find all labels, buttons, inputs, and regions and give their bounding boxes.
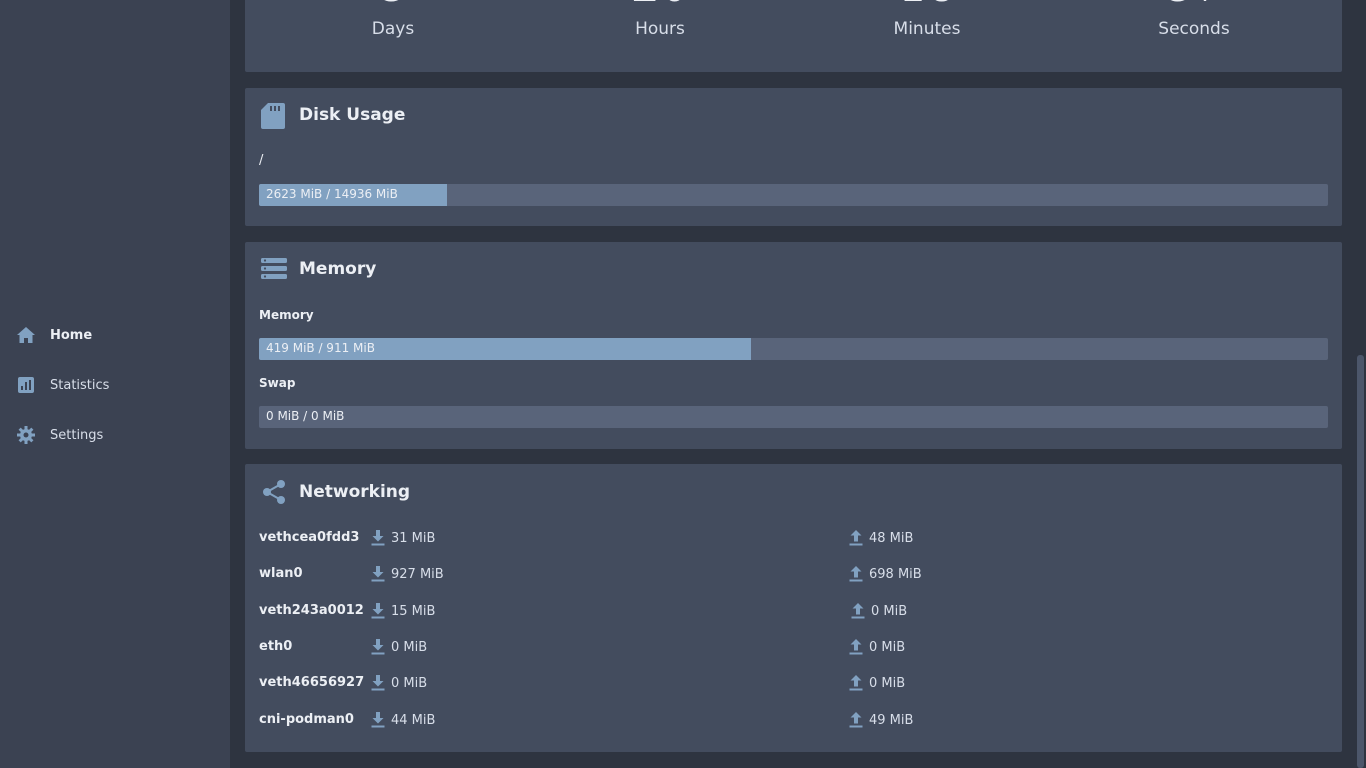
uptime-hours-label: Hours — [635, 19, 685, 39]
tx-value: 0 MiB — [869, 639, 906, 655]
rx-value: 15 MiB — [391, 603, 436, 619]
memory-usage-text: 419 MiB / 911 MiB — [266, 341, 375, 355]
sd-card-icon — [261, 103, 287, 129]
upload-stat: 0 MiB — [849, 639, 905, 655]
download-icon — [371, 712, 385, 728]
sidebar-item-home[interactable]: Home — [0, 315, 230, 355]
networking-card: Networking vethcea0fdd3 31 MiB 48 MiB wl… — [245, 464, 1342, 752]
tx-value: 698 MiB — [869, 566, 922, 582]
memory-title: Memory — [299, 259, 377, 279]
uptime-days-value: 3 — [333, 0, 453, 10]
tx-value: 0 MiB — [871, 603, 908, 619]
interface-name: vethcea0fdd3 — [259, 530, 360, 545]
download-stat: 927 MiB — [371, 566, 444, 582]
rx-value: 44 MiB — [391, 712, 436, 728]
upload-icon — [851, 603, 865, 619]
server-icon — [261, 258, 287, 284]
download-icon — [371, 603, 385, 619]
uptime-seconds-label: Seconds — [1158, 19, 1230, 39]
rx-value: 0 MiB — [391, 639, 428, 655]
scrollbar[interactable] — [1356, 0, 1366, 768]
tx-value: 0 MiB — [869, 675, 906, 691]
disk-usage-title: Disk Usage — [299, 105, 406, 125]
upload-stat: 0 MiB — [849, 675, 905, 691]
net-row: veth243a0012 15 MiB 0 MiB — [259, 603, 1329, 625]
download-stat: 44 MiB — [371, 712, 435, 728]
download-icon — [371, 639, 385, 655]
gear-icon — [16, 426, 35, 445]
download-icon — [371, 530, 385, 546]
interface-name: veth46656927 — [259, 675, 365, 690]
uptime-minutes-label: Minutes — [893, 19, 961, 39]
uptime-seconds-value: 37 — [1134, 0, 1254, 10]
uptime-minutes-value: 18 — [867, 0, 987, 10]
download-stat: 31 MiB — [371, 530, 435, 546]
upload-stat: 698 MiB — [849, 566, 922, 582]
interface-name: eth0 — [259, 639, 293, 654]
memory-card: Memory Memory 419 MiB / 911 MiB Swap 0 M… — [245, 242, 1342, 449]
upload-stat: 0 MiB — [851, 603, 907, 619]
upload-icon — [849, 566, 863, 582]
disk-usage-bar: 2623 MiB / 14936 MiB — [259, 184, 1328, 206]
download-stat: 15 MiB — [371, 603, 435, 619]
net-row: veth46656927 0 MiB 0 MiB — [259, 675, 1329, 697]
sidebar-item-label: Settings — [50, 427, 104, 443]
interface-name: cni-podman0 — [259, 712, 354, 727]
upload-stat: 49 MiB — [849, 712, 913, 728]
upload-icon — [849, 712, 863, 728]
uptime-card: 3 Days 20 Hours 18 Minutes 37 Seconds — [245, 0, 1342, 72]
interface-name: wlan0 — [259, 566, 303, 581]
home-icon — [16, 326, 35, 345]
sidebar-item-label: Home — [50, 327, 93, 343]
upload-stat: 48 MiB — [849, 530, 913, 546]
main-content: 3 Days 20 Hours 18 Minutes 37 Seconds Di… — [230, 0, 1356, 768]
rx-value: 0 MiB — [391, 675, 428, 691]
sidebar-item-settings[interactable]: Settings — [0, 415, 230, 455]
upload-icon — [849, 639, 863, 655]
swap-usage-text: 0 MiB / 0 MiB — [266, 409, 345, 423]
download-stat: 0 MiB — [371, 639, 427, 655]
interface-name: veth243a0012 — [259, 603, 364, 618]
tx-value: 48 MiB — [869, 530, 914, 546]
disk-mount-label: / — [259, 153, 264, 168]
download-icon — [371, 675, 385, 691]
disk-usage-card: Disk Usage / 2623 MiB / 14936 MiB — [245, 88, 1342, 226]
upload-icon — [849, 675, 863, 691]
sidebar-item-label: Statistics — [50, 377, 110, 393]
share-icon — [261, 479, 287, 505]
net-row: eth0 0 MiB 0 MiB — [259, 639, 1329, 661]
rx-value: 927 MiB — [391, 566, 444, 582]
memory-label: Memory — [259, 308, 314, 322]
swap-usage-bar: 0 MiB / 0 MiB — [259, 406, 1328, 428]
rx-value: 31 MiB — [391, 530, 436, 546]
download-stat: 0 MiB — [371, 675, 427, 691]
sidebar-item-statistics[interactable]: Statistics — [0, 365, 230, 405]
download-icon — [371, 566, 385, 582]
disk-usage-text: 2623 MiB / 14936 MiB — [266, 187, 398, 201]
sidebar: Home Statistics Settings — [0, 0, 230, 768]
net-row: cni-podman0 44 MiB 49 MiB — [259, 712, 1329, 734]
upload-icon — [849, 530, 863, 546]
tx-value: 49 MiB — [869, 712, 914, 728]
net-row: vethcea0fdd3 31 MiB 48 MiB — [259, 530, 1329, 552]
chart-icon — [16, 376, 35, 395]
memory-usage-bar: 419 MiB / 911 MiB — [259, 338, 1328, 360]
swap-label: Swap — [259, 376, 296, 390]
net-row: wlan0 927 MiB 698 MiB — [259, 566, 1329, 588]
networking-title: Networking — [299, 482, 411, 502]
scrollbar-thumb[interactable] — [1357, 355, 1364, 768]
uptime-hours-value: 20 — [600, 0, 720, 10]
uptime-days-label: Days — [371, 19, 415, 39]
